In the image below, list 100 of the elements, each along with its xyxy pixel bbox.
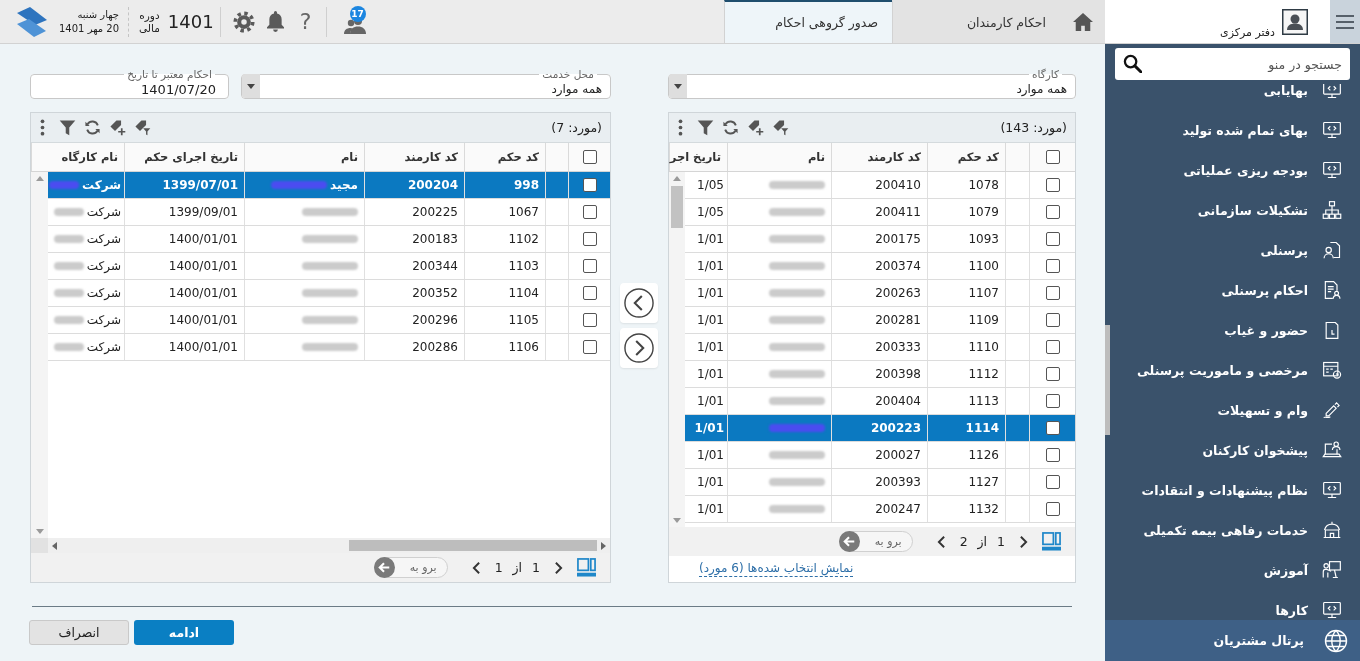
checkbox[interactable] [1045, 502, 1060, 516]
checkbox[interactable] [1045, 313, 1060, 327]
tag-filter-icon[interactable] [772, 119, 789, 136]
checkbox[interactable] [1045, 259, 1060, 273]
tab[interactable]: احکام کارمندان [892, 0, 1060, 43]
checkbox[interactable] [582, 232, 597, 246]
table-cell: مجید [330, 178, 358, 192]
chevron-left-icon[interactable] [936, 534, 946, 549]
tag-filter-icon[interactable] [134, 119, 151, 136]
sidebar-item[interactable]: احکام پرسنلی [1110, 270, 1360, 310]
checkbox[interactable] [582, 286, 597, 300]
checkbox[interactable] [582, 150, 597, 164]
column-header[interactable]: تاریخ اجر [669, 143, 727, 171]
refresh-icon[interactable] [722, 119, 739, 136]
vertical-scrollbar[interactable] [31, 172, 48, 538]
search-field[interactable]: جستجو در منو [1115, 48, 1350, 80]
dropdown-button[interactable] [242, 74, 260, 98]
sidebar-item[interactable]: پیشخوان کارکنان [1110, 430, 1360, 470]
column-header[interactable]: کد کارمند [831, 143, 927, 171]
sidebar-item[interactable]: مرخصی و ماموریت پرسنلی [1110, 350, 1360, 390]
person-document-icon [1322, 240, 1342, 260]
chevron-right-circle-icon [624, 333, 654, 363]
cancel-button[interactable]: انصراف [29, 620, 129, 645]
tag-plus-icon[interactable] [109, 119, 126, 136]
help-button[interactable]: ? [295, 10, 316, 33]
checkbox[interactable] [1045, 448, 1060, 462]
horizontal-scrollbar[interactable] [48, 538, 610, 553]
checkbox[interactable] [582, 313, 597, 327]
checkbox[interactable] [1045, 205, 1060, 219]
move-left-button[interactable] [620, 283, 658, 323]
checkbox[interactable] [582, 178, 597, 192]
sidebar-item[interactable]: بودجه ریزی عملیاتی [1110, 150, 1360, 190]
menu-button[interactable] [1330, 0, 1360, 43]
checkbox[interactable] [1045, 340, 1060, 354]
column-header[interactable]: نام کارگاه [31, 143, 124, 171]
sidebar-item[interactable]: پرسنلی [1110, 230, 1360, 270]
checkbox[interactable] [1045, 394, 1060, 408]
home-button[interactable] [1060, 0, 1105, 43]
filter-icon[interactable] [59, 119, 76, 136]
chevron-left-icon[interactable] [471, 560, 481, 575]
more-icon[interactable] [678, 119, 683, 136]
column-header[interactable]: کد حکم [464, 143, 545, 171]
select-field[interactable]: محل خدمت همه موارد [241, 68, 611, 99]
checkbox[interactable] [1045, 475, 1060, 489]
sidebar-item[interactable]: وام و تسهیلات [1110, 390, 1360, 430]
more-icon[interactable] [40, 119, 45, 136]
layout-icon[interactable] [577, 558, 596, 577]
sidebar-item[interactable]: نظام پیشنهادات و انتقادات [1110, 470, 1360, 510]
tag-plus-icon[interactable] [747, 119, 764, 136]
triangle-down-icon[interactable] [673, 518, 681, 523]
table-cell: 1126 [927, 442, 1005, 468]
checkbox[interactable] [1045, 367, 1060, 381]
checkbox[interactable] [582, 259, 597, 273]
checkbox[interactable] [1045, 178, 1060, 192]
show-selected-link[interactable]: نمایش انتخاب شده‌ها (6 مورد) [699, 560, 854, 578]
sidebar-item[interactable]: بهایابی [1110, 84, 1360, 110]
arrow-left-circle-icon[interactable] [838, 531, 860, 552]
bell-icon[interactable] [266, 11, 284, 32]
triangle-down-icon[interactable] [35, 529, 44, 534]
date-input[interactable]: 1401/07/20 [31, 81, 220, 97]
scrollbar-thumb[interactable] [349, 540, 597, 551]
refresh-icon[interactable] [84, 119, 101, 136]
arrow-left-circle-icon[interactable] [373, 557, 395, 578]
sidebar-item[interactable]: تشکیلات سازمانی [1110, 190, 1360, 230]
sidebar-item[interactable]: آموزش [1110, 550, 1360, 590]
column-header[interactable]: کد حکم [927, 143, 1005, 171]
chevron-right-icon[interactable] [1019, 534, 1028, 549]
column-header[interactable]: نام [727, 143, 831, 171]
column-header[interactable]: نام [244, 143, 364, 171]
dropdown-button[interactable] [669, 74, 687, 98]
filter-icon[interactable] [697, 119, 714, 136]
sidebar-item[interactable]: بهای تمام شده تولید [1110, 110, 1360, 150]
checkbox[interactable] [1045, 421, 1060, 435]
sidebar-item[interactable]: حضور و غیاب [1110, 310, 1360, 350]
move-right-button[interactable] [620, 328, 658, 368]
vertical-scrollbar[interactable] [669, 172, 685, 527]
triangle-up-icon[interactable] [673, 176, 681, 181]
checkbox[interactable] [1045, 286, 1060, 300]
tab[interactable]: صدور گروهی احکام [724, 0, 892, 43]
checkbox[interactable] [582, 340, 597, 354]
settings-icon[interactable] [232, 10, 255, 33]
triangle-up-icon[interactable] [35, 176, 44, 181]
column-header[interactable]: تاریخ اجرای حکم [124, 143, 244, 171]
chevron-right-icon[interactable] [554, 560, 563, 575]
checkbox[interactable] [582, 205, 597, 219]
avatar-icon[interactable] [1282, 8, 1308, 35]
checkbox[interactable] [1045, 150, 1060, 164]
column-header[interactable]: کد کارمند [364, 143, 464, 171]
scrollbar-thumb[interactable] [671, 186, 683, 228]
triangle-right-icon[interactable] [601, 541, 606, 550]
sidebar-item[interactable]: خدمات رفاهی بیمه تکمیلی [1110, 510, 1360, 550]
sidebar-item[interactable]: کارها [1110, 590, 1360, 620]
layout-icon[interactable] [1042, 532, 1061, 551]
menu-icon [1336, 14, 1354, 29]
continue-button[interactable]: ادامه [134, 620, 234, 645]
select-field[interactable]: کارگاه همه موارد [668, 68, 1076, 99]
portal-link[interactable]: پرتال مشتریان [1105, 620, 1360, 661]
scrollbar-thumb[interactable] [1105, 325, 1110, 435]
checkbox[interactable] [1045, 232, 1060, 246]
triangle-left-icon[interactable] [52, 541, 57, 550]
